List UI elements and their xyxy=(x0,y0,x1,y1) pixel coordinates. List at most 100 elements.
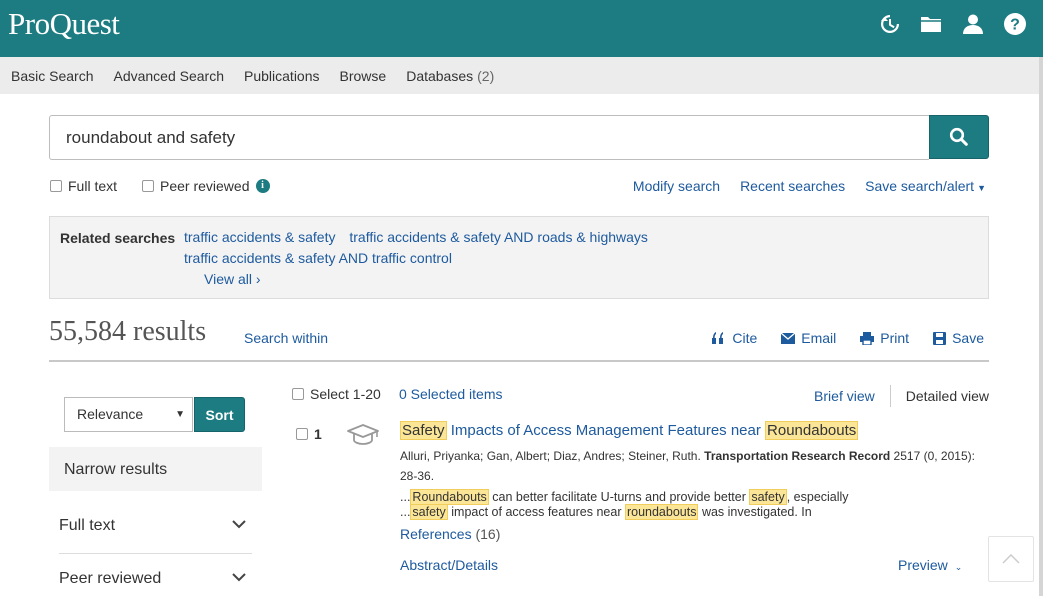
facet-label: Peer reviewed xyxy=(59,570,162,587)
narrow-results-panel: Narrow results Full text Peer reviewed xyxy=(49,447,262,596)
record-select[interactable]: 1 xyxy=(296,426,322,442)
nav-databases-label: Databases xyxy=(406,67,474,84)
svg-text:?: ? xyxy=(1010,17,1020,34)
caret-down-icon: ▼ xyxy=(977,183,986,193)
related-search-link[interactable]: traffic accidents & safety xyxy=(184,229,335,245)
detailed-view-label[interactable]: Detailed view xyxy=(906,388,989,404)
peer-reviewed-checkbox[interactable] xyxy=(142,180,154,192)
search-links: Modify search Recent searches Save searc… xyxy=(633,178,986,194)
brief-view-link[interactable]: Brief view xyxy=(814,388,875,404)
abstract-details-link[interactable]: Abstract/Details xyxy=(400,557,498,573)
highlight: safety xyxy=(749,489,787,505)
highlight: Roundabouts xyxy=(410,489,489,505)
references-count: (16) xyxy=(475,526,501,542)
related-row-2: traffic accidents & safety AND traffic c… xyxy=(184,250,452,266)
cite-button[interactable]: Cite xyxy=(712,330,757,346)
record-authors: Alluri, Priyanka; Gan, Albert; Diaz, And… xyxy=(400,449,701,463)
view-all-link[interactable]: View all › xyxy=(204,271,261,287)
top-bar: ProQuest ? xyxy=(0,0,1043,57)
search-input[interactable] xyxy=(49,115,929,160)
select-all[interactable]: Select 1-20 xyxy=(292,386,381,402)
floppy-disk-icon xyxy=(933,331,947,345)
nav-bar: Basic Search Advanced Search Publication… xyxy=(0,57,1043,94)
print-button[interactable]: Print xyxy=(860,330,909,346)
email-button[interactable]: Email xyxy=(781,330,836,346)
print-label: Print xyxy=(880,330,910,346)
search-within-link[interactable]: Search within xyxy=(244,330,328,346)
references-link[interactable]: References xyxy=(400,526,472,542)
snippet-text: ... xyxy=(400,505,411,519)
save-label: Save xyxy=(952,330,984,346)
folder-icon[interactable] xyxy=(919,12,943,36)
help-icon[interactable]: ? xyxy=(1003,12,1027,36)
email-label: Email xyxy=(801,330,837,346)
quote-icon xyxy=(712,332,724,344)
history-icon[interactable] xyxy=(877,12,901,36)
record-checkbox[interactable] xyxy=(296,428,308,440)
save-search-alert-label: Save search/alert xyxy=(865,178,975,194)
back-to-top-button[interactable] xyxy=(988,536,1034,582)
select-all-label: Select 1-20 xyxy=(310,386,381,402)
facet-peer-reviewed[interactable]: Peer reviewed xyxy=(59,570,252,588)
highlight: roundabouts xyxy=(624,504,699,520)
cite-label: Cite xyxy=(732,330,758,346)
search-icon xyxy=(949,127,968,146)
record-citation: Alluri, Priyanka; Gan, Albert; Diaz, And… xyxy=(400,446,980,486)
results-divider xyxy=(49,360,989,362)
nav-advanced-search[interactable]: Advanced Search xyxy=(113,68,224,84)
full-text-option[interactable]: Full text xyxy=(50,178,117,194)
related-searches-box: Related searches traffic accidents & saf… xyxy=(49,216,989,299)
scrollbar[interactable] xyxy=(1039,57,1043,596)
save-search-alert-link[interactable]: Save search/alert ▼ xyxy=(865,178,986,194)
sort-selected-value: Relevance xyxy=(77,406,144,422)
highlight: safety xyxy=(410,504,448,520)
modify-search-link[interactable]: Modify search xyxy=(633,178,720,194)
snippet-text: can better facilitate U-turns and provid… xyxy=(488,490,750,504)
sort-button[interactable]: Sort xyxy=(194,397,245,432)
facet-divider xyxy=(59,553,252,554)
view-separator xyxy=(889,385,891,407)
record-number: 1 xyxy=(314,426,322,442)
user-icon[interactable] xyxy=(961,12,985,36)
results-count: 55,584 results xyxy=(49,316,207,347)
info-icon[interactable]: i xyxy=(255,179,270,193)
envelope-icon xyxy=(781,332,796,344)
dropdown-arrow-icon: ▼ xyxy=(175,409,185,420)
related-search-link[interactable]: traffic accidents & safety AND traffic c… xyxy=(184,250,452,266)
sort-select[interactable]: Relevance ▼ xyxy=(64,397,193,432)
narrow-results-heading: Narrow results xyxy=(64,461,168,478)
nav-publications[interactable]: Publications xyxy=(244,68,320,84)
preview-label: Preview xyxy=(898,557,948,573)
snippet-text: ... xyxy=(400,490,411,504)
preview-link[interactable]: Preview ⌄ xyxy=(898,557,962,573)
printer-icon xyxy=(860,331,875,345)
search-button[interactable] xyxy=(929,115,989,159)
snippet-text: was investigated. In xyxy=(698,505,812,519)
result-actions: Cite Email Print Save xyxy=(712,330,984,346)
snippet-line: ... Roundabouts can better facilitate U-t… xyxy=(400,489,920,505)
proquest-logo[interactable]: ProQuest xyxy=(8,6,120,42)
related-search-link[interactable]: traffic accidents & safety AND roads & h… xyxy=(349,229,648,245)
chevron-down-icon xyxy=(232,520,246,529)
nav-browse[interactable]: Browse xyxy=(340,68,387,84)
record-title-link[interactable]: Safety Impacts of Access Management Feat… xyxy=(400,421,859,440)
selected-items-link[interactable]: 0 Selected items xyxy=(399,386,503,402)
facet-label: Full text xyxy=(59,517,116,534)
nav-databases[interactable]: Databases (2) xyxy=(406,68,494,84)
chevron-down-icon xyxy=(232,573,246,582)
references: References (16) xyxy=(400,526,500,542)
scholarly-journal-icon xyxy=(347,424,379,445)
record-journal: Transportation Research Record xyxy=(704,449,891,463)
top-icons: ? xyxy=(877,12,1027,36)
facet-full-text[interactable]: Full text xyxy=(59,517,252,535)
full-text-checkbox[interactable] xyxy=(50,180,62,192)
title-text: Impacts of Access Management Features ne… xyxy=(446,422,766,439)
select-all-checkbox[interactable] xyxy=(292,388,304,400)
save-button[interactable]: Save xyxy=(933,330,984,346)
nav-basic-search[interactable]: Basic Search xyxy=(11,68,93,84)
peer-reviewed-label: Peer reviewed xyxy=(160,178,250,194)
peer-reviewed-option[interactable]: Peer reviewed i xyxy=(142,178,270,194)
highlight: Roundabouts xyxy=(765,421,859,440)
snippet-text: , especially xyxy=(786,490,849,504)
recent-searches-link[interactable]: Recent searches xyxy=(740,178,845,194)
